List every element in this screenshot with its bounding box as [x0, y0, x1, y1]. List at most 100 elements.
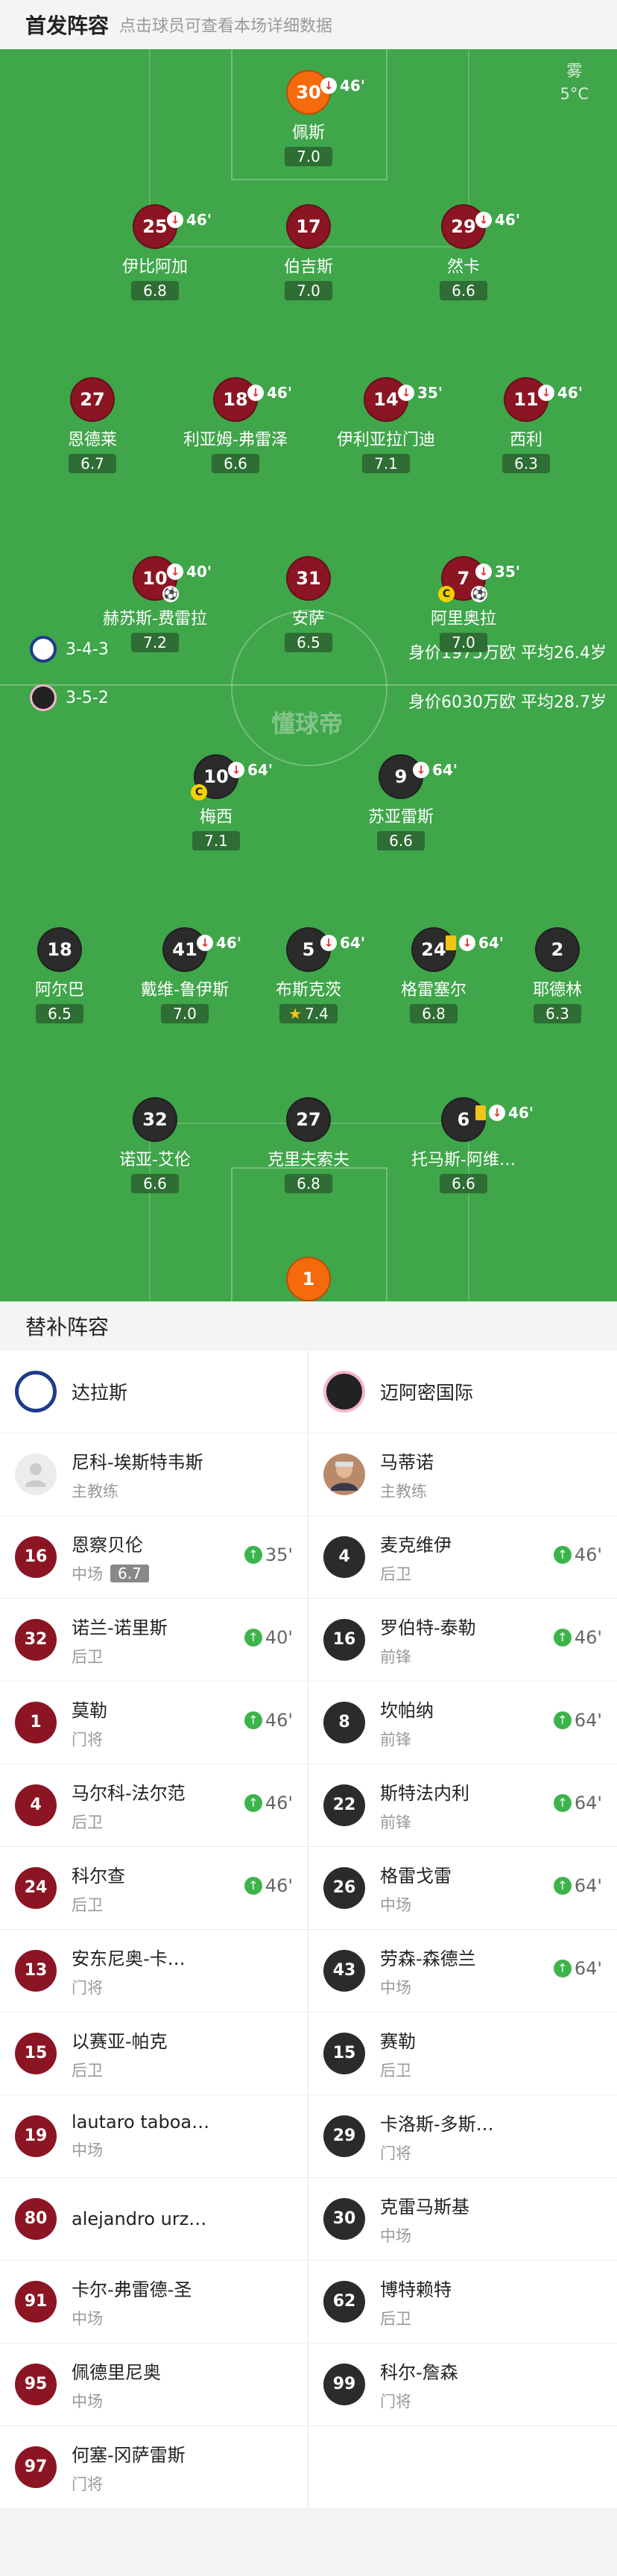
sub-on-minute: 46' — [265, 1710, 293, 1731]
home-sub-cell[interactable]: 24 科尔查 后卫 ↑ 46' — [0, 1847, 308, 1929]
away-player[interactable]: 1卡伦德6.4 — [238, 1257, 379, 1301]
sub-on-arrow-icon: ↑ — [553, 1629, 572, 1647]
player-rating-value: 6.6 — [143, 1175, 167, 1193]
sub-on-indicator: ↑ 40' — [244, 1627, 293, 1648]
home-player[interactable]: 30 ↓ 46' 佩斯 7.0 — [238, 70, 379, 166]
home-player[interactable]: 31 安萨 6.5 — [238, 556, 379, 652]
player-number: 27 — [296, 1109, 321, 1130]
yellow-card-icon — [446, 935, 456, 950]
home-sub-cell[interactable]: 19 lautaro taboa… 中场 — [0, 2095, 308, 2177]
home-player[interactable]: 10 ↓ 40' ⚽ 赫苏斯-费雷拉 7.2 — [84, 556, 226, 652]
away-sub-cell[interactable]: 15 赛勒 后卫 — [308, 2012, 617, 2094]
home-sub-cell[interactable]: 80 alejandro urz… — [0, 2178, 308, 2260]
home-player[interactable]: 29 ↓ 46' 然卡 6.6 — [393, 204, 534, 300]
away-player[interactable]: 32 诺亚-艾伦 6.6 — [84, 1097, 226, 1193]
sub-row: 95 佩德里尼奥 中场 99 科尔-詹森 门将 — [0, 2343, 617, 2426]
player-rating-value: 6.3 — [514, 455, 538, 473]
sub-position: 门将 — [72, 1978, 103, 1997]
away-sub-cell[interactable]: 30 克雷马斯基 中场 — [308, 2178, 617, 2260]
home-player[interactable]: 17 伯吉斯 7.0 — [238, 204, 379, 300]
away-sub-cell[interactable]: 26 格雷戈雷 中场 ↑ 64' — [308, 1847, 617, 1929]
away-player[interactable]: 18 阿尔巴 6.5 — [0, 927, 130, 1023]
away-sub-cell[interactable]: 8 坎帕纳 前锋 ↑ 64' — [308, 1682, 617, 1764]
away-sub-cell[interactable]: 4 麦克维伊 后卫 ↑ 46' — [308, 1516, 617, 1598]
home-player[interactable]: 7 ↓ 35' C ⚽ 阿里奥拉 7.0 — [393, 556, 534, 652]
away-player[interactable]: 24 ↓ 64' 格雷塞尔 6.8 — [363, 927, 504, 1023]
home-sub-cell[interactable]: 1 莫勒 门将 ↑ 46' — [0, 1682, 308, 1764]
away-team-cell[interactable]: 迈阿密国际 — [308, 1351, 617, 1433]
home-sub-cell[interactable]: 15 以赛亚-帕克 后卫 — [0, 2012, 308, 2094]
player-rating-value: 6.6 — [452, 282, 475, 300]
sub-on-indicator: ↑ 46' — [553, 1544, 602, 1565]
away-sub-cell[interactable]: 22 斯特法内利 前锋 ↑ 64' — [308, 1764, 617, 1846]
player-rating-value: 7.0 — [173, 1005, 197, 1023]
sub-position: 门将 — [72, 1730, 103, 1749]
away-player[interactable]: 10 ↓ 64' C 梅西 7.1 — [145, 754, 287, 850]
player-number-badge: 14 ↓ 35' — [364, 377, 443, 422]
away-value: 身价6030万欧 平均28.7岁 — [408, 693, 607, 712]
sub-name: 赛勒 — [380, 2030, 416, 2052]
away-sub-cell[interactable]: 16 罗伯特-泰勒 前锋 ↑ 46' — [308, 1599, 617, 1681]
home-player[interactable]: 11 ↓ 46' 西利 6.3 — [455, 377, 597, 473]
player-number: 30 — [296, 82, 321, 103]
home-coach-cell[interactable]: 尼科-埃斯特韦斯 主教练 — [0, 1433, 308, 1515]
away-sub-cell[interactable]: 43 劳森-森德兰 中场 ↑ 64' — [308, 1930, 617, 2012]
sub-name: 何塞-冈萨雷斯 — [72, 2444, 186, 2466]
home-team-cell[interactable]: 达拉斯 — [0, 1351, 308, 1433]
sub-on-minute: 40' — [265, 1627, 293, 1648]
home-player[interactable]: 14 ↓ 35' 伊利亚拉门迪 7.1 — [315, 377, 457, 473]
player-number-badge: 27 — [286, 1097, 331, 1142]
home-sub-cell[interactable]: 97 何塞-冈萨雷斯 门将 — [0, 2426, 308, 2508]
lineup-header: 首发阵容 点击球员可查看本场详细数据 — [0, 0, 617, 49]
sub-rating: 6.7 — [110, 1564, 149, 1582]
sub-number-badge: 15 — [15, 2033, 57, 2074]
away-player[interactable]: 41 ↓ 46' 戴维-鲁伊斯 7.0 — [114, 927, 256, 1023]
coach-row: 尼科-埃斯特韦斯 主教练 马蒂诺 主教练 — [0, 1433, 617, 1516]
sub-on-arrow-icon: ↑ — [244, 1794, 262, 1812]
home-sub-cell[interactable]: 4 马尔科-法尔范 后卫 ↑ 46' — [0, 1764, 308, 1846]
sub-name: 恩察贝伦 — [72, 1534, 143, 1556]
away-sub-cell[interactable]: 99 科尔-詹森 门将 — [308, 2343, 617, 2425]
away-player[interactable]: 27 克里夫索夫 6.8 — [238, 1097, 379, 1193]
home-sub-cell[interactable]: 32 诺兰-诺里斯 后卫 ↑ 40' — [0, 1599, 308, 1681]
home-player[interactable]: 25 ↓ 46' 伊比阿加 6.8 — [84, 204, 226, 300]
home-sub-cell[interactable]: 16 恩察贝伦 中场 6.7 ↑ 35' — [0, 1516, 308, 1598]
sub-on-minute: 64' — [574, 1875, 602, 1896]
home-sub-cell[interactable]: 95 佩德里尼奥 中场 — [0, 2343, 308, 2425]
sub-off-arrow-icon: ↓ — [475, 564, 492, 580]
away-player[interactable]: 2 耶德林 6.3 — [487, 927, 617, 1023]
sub-name: 克雷马斯基 — [380, 2196, 469, 2217]
goal-ball-icon: ⚽ — [471, 586, 487, 602]
sub-row: 4 马尔科-法尔范 后卫 ↑ 46' 22 斯特法内利 前锋 ↑ 64' — [0, 1764, 617, 1847]
sub-position-row: 门将 — [380, 2141, 494, 2164]
lineup-title: 首发阵容 — [25, 13, 110, 38]
sub-position: 中场 — [72, 2309, 103, 2328]
home-player[interactable]: 18 ↓ 46' 利亚姆-弗雷泽 6.6 — [165, 377, 306, 473]
home-sub-cell[interactable]: 91 卡尔-弗雷德-圣 中场 — [0, 2261, 308, 2343]
home-player[interactable]: 27 恩德莱 6.7 — [22, 377, 163, 473]
sub-name: 劳森-森德兰 — [380, 1948, 476, 1969]
coach-avatar — [323, 1453, 365, 1495]
player-rating: 6.6 — [377, 831, 425, 850]
sub-on-indicator: ↑ 46' — [553, 1627, 602, 1648]
sub-info: 诺兰-诺里斯 后卫 — [72, 1613, 168, 1667]
away-player[interactable]: 9 ↓ 64' 苏亚雷斯 6.6 — [330, 754, 472, 850]
away-coach-cell[interactable]: 马蒂诺 主教练 — [308, 1433, 617, 1515]
sub-position: 中场 — [380, 1895, 411, 1914]
player-name: 利亚姆-弗雷泽 — [183, 431, 288, 449]
sub-info: 以赛亚-帕克 后卫 — [72, 2027, 168, 2081]
home-sub-cell[interactable]: 13 安东尼奥-卡… 门将 — [0, 1930, 308, 2012]
sub-info: 卡尔-弗雷德-圣 中场 — [72, 2275, 192, 2329]
away-sub-cell[interactable]: 29 卡洛斯-多斯… 门将 — [308, 2095, 617, 2177]
sub-on-arrow-icon: ↑ — [553, 1877, 572, 1895]
sub-row: 15 以赛亚-帕克 后卫 15 赛勒后卫 — [0, 2012, 617, 2095]
away-sub-cell[interactable]: 62 博特赖特 后卫 — [308, 2261, 617, 2343]
sub-position-row: 后卫 — [72, 1893, 125, 1916]
sub-position: 后卫 — [72, 2061, 103, 2080]
away-player[interactable]: 5 ↓ 64' 布斯克茨 ★ 7.4 — [238, 927, 379, 1023]
sub-position-row: 中场 — [380, 2224, 469, 2247]
sub-number-badge: 15 — [323, 2033, 365, 2074]
sub-position-row: 门将 — [72, 2472, 186, 2495]
away-player[interactable]: 6 ↓ 46' 托马斯-阿维… 6.6 — [393, 1097, 534, 1193]
player-name: 安萨 — [291, 610, 325, 628]
